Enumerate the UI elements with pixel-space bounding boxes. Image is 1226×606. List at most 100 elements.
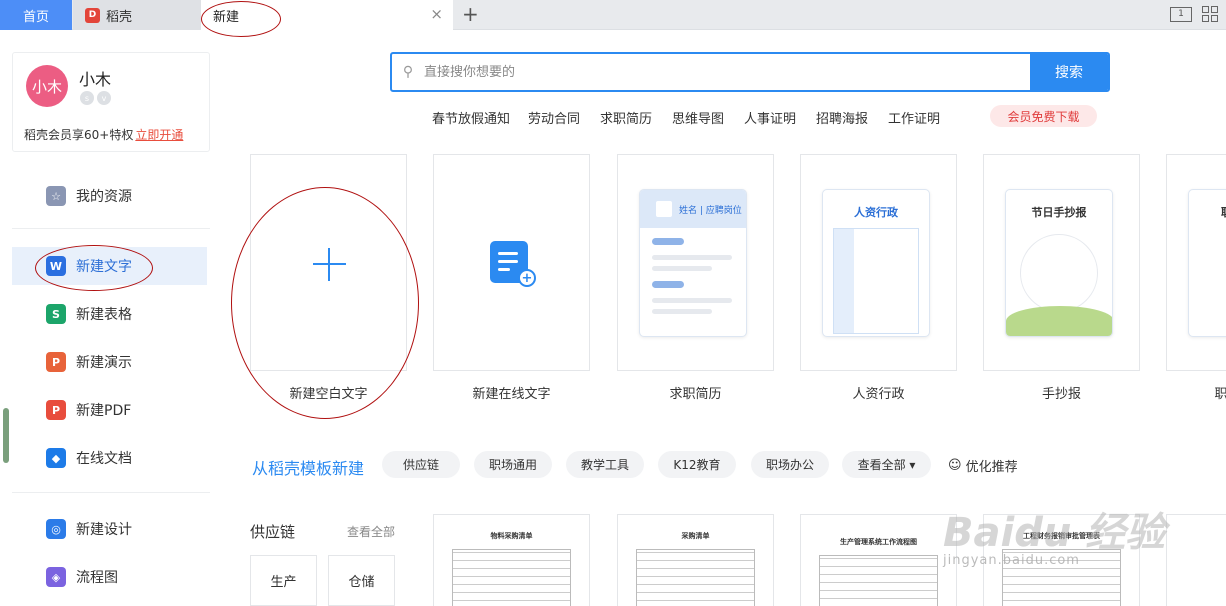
sidebar-item-1[interactable]: W 新建文字: [12, 247, 207, 285]
window-tools: 1: [1170, 6, 1218, 22]
blank-doc-card[interactable]: [250, 154, 407, 371]
template-card-title: 生产管理系统工作流程图: [840, 538, 917, 546]
hot-search-link[interactable]: 人事证明: [744, 108, 796, 127]
vip-badge-icon: v: [97, 91, 111, 105]
user-card: 小木 小木 s v 稻壳会员享60+特权 立即开通: [12, 52, 210, 152]
template-table-preview: [819, 555, 938, 606]
avatar[interactable]: 小木: [26, 65, 68, 107]
flowchart-icon: ◈: [46, 567, 66, 587]
workplace-card[interactable]: 职: [1166, 154, 1226, 371]
template-card[interactable]: [1166, 514, 1226, 606]
template-card[interactable]: 生产管理系统工作流程图: [800, 514, 957, 606]
vip-link[interactable]: 立即开通: [135, 128, 183, 142]
search-icon: ⚲: [402, 64, 414, 80]
hr-admin-card[interactable]: 人资行政: [800, 154, 957, 371]
tab-new-label: 新建: [213, 10, 240, 25]
level-badge-icon: s: [80, 91, 94, 105]
template-chip[interactable]: 供应链: [382, 451, 460, 478]
tab-home[interactable]: 首页: [0, 0, 72, 30]
template-section-title: 从稻壳模板新建: [252, 459, 365, 478]
hot-search-link[interactable]: 思维导图: [672, 108, 724, 127]
search-input[interactable]: [424, 54, 1030, 90]
hot-search-link[interactable]: 工作证明: [888, 108, 940, 127]
sidebar-item-label: 我的资源: [76, 189, 132, 205]
template-chip[interactable]: 查看全部 ▾: [842, 451, 931, 478]
sheet-icon: S: [46, 304, 66, 324]
grid-icon[interactable]: [1202, 6, 1218, 22]
sidebar-item-label: 新建表格: [76, 307, 132, 323]
vip-text: 稻壳会员享60+特权: [24, 128, 134, 142]
tab-new[interactable]: 新建 ×: [201, 0, 453, 31]
sidebar-item-label: 新建PDF: [76, 403, 132, 419]
search-button[interactable]: 搜索: [1030, 54, 1108, 90]
category-title: 供应链: [250, 523, 296, 541]
user-name: 小木: [79, 70, 112, 89]
sidebar-item-label: 新建文字: [76, 259, 132, 275]
sidebar-item-label: 流程图: [76, 570, 118, 586]
scrollbar[interactable]: [3, 408, 9, 463]
template-card[interactable]: 物料采购清单: [433, 514, 590, 606]
sidebar-item-2[interactable]: S 新建表格: [12, 295, 207, 333]
category-warehouse[interactable]: 仓储: [328, 555, 395, 606]
hot-search-link[interactable]: 求职简历: [600, 108, 652, 127]
template-chip[interactable]: 职场办公: [751, 451, 829, 478]
hr-preview-title: 人资行政: [854, 206, 898, 219]
card-label: 新建空白文字: [289, 387, 368, 402]
hot-search-link[interactable]: 招聘海报: [816, 108, 868, 127]
see-all-link[interactable]: 查看全部: [347, 523, 395, 540]
sidebar-item-0[interactable]: ☆ 我的资源: [12, 177, 207, 215]
template-card-title: 物料采购清单: [490, 532, 533, 540]
tab-bar: 首页 D 稻壳 新建 × + 1: [0, 0, 1226, 31]
workplace-preview: 职: [1188, 189, 1226, 337]
tab-daoke-label: 稻壳: [106, 9, 133, 25]
sidebar-item-5[interactable]: ◆ 在线文档: [12, 439, 207, 477]
sidebar-item-label: 在线文档: [76, 451, 132, 467]
resume-preview: 姓名 | 应聘岗位: [639, 189, 747, 337]
page-view-icon[interactable]: 1: [1170, 6, 1192, 22]
hot-search-link[interactable]: 春节放假通知: [432, 108, 510, 127]
online-doc-card[interactable]: +: [433, 154, 590, 371]
sidebar-item-7[interactable]: ◈ 流程图: [12, 558, 207, 596]
template-card[interactable]: 采购清单: [617, 514, 774, 606]
close-icon[interactable]: ×: [430, 7, 443, 22]
card-label: 求职简历: [669, 387, 722, 402]
handwritten-paper-card[interactable]: 节日手抄报: [983, 154, 1140, 371]
resume-card[interactable]: 姓名 | 应聘岗位: [617, 154, 774, 371]
word-icon: W: [46, 256, 66, 276]
online-doc-icon: +: [490, 241, 536, 287]
watermark-url: jingyan.baidu.com: [943, 553, 1080, 568]
template-chip[interactable]: 教学工具: [566, 451, 644, 478]
sidebar-item-6[interactable]: ◎ 新建设计: [12, 510, 207, 548]
daoke-logo-icon: D: [85, 7, 100, 23]
sidebar-item-4[interactable]: P 新建PDF: [12, 391, 207, 429]
hr-preview: 人资行政: [822, 189, 930, 337]
paper-preview: 节日手抄报: [1005, 189, 1113, 337]
pdf-icon: P: [46, 400, 66, 420]
watermark: Baidu 经验: [943, 510, 1166, 556]
tab-daoke[interactable]: D 稻壳: [73, 0, 201, 30]
smile-icon: ☺: [948, 458, 962, 473]
user-badges: s v: [80, 91, 111, 105]
recommend-toggle[interactable]: ☺ 优化推荐: [948, 456, 1018, 475]
card-label: 职: [1214, 387, 1226, 402]
add-tab-icon[interactable]: +: [462, 3, 479, 25]
template-chip[interactable]: 职场通用: [474, 451, 552, 478]
card-label: 新建在线文字: [472, 387, 551, 402]
member-download-button[interactable]: 会员免费下载: [990, 105, 1097, 127]
sidebar-item-label: 新建演示: [76, 355, 132, 371]
sidebar-divider: [12, 492, 210, 493]
workplace-preview-title: 职: [1221, 204, 1226, 220]
recommend-label: 优化推荐: [965, 460, 1018, 475]
sidebar-divider: [12, 228, 210, 229]
template-chip[interactable]: K12教育: [658, 451, 736, 478]
card-label: 人资行政: [852, 387, 905, 402]
hot-search-link[interactable]: 劳动合同: [528, 108, 580, 127]
plus-icon-bar: [328, 248, 330, 281]
paper-preview-title: 节日手抄报: [1031, 206, 1087, 219]
slides-icon: P: [46, 352, 66, 372]
sidebar-item-3[interactable]: P 新建演示: [12, 343, 207, 381]
template-table-preview: [636, 549, 755, 606]
category-production[interactable]: 生产: [250, 555, 317, 606]
design-icon: ◎: [46, 519, 66, 539]
search-bar: ⚲ 搜索: [390, 52, 1110, 92]
